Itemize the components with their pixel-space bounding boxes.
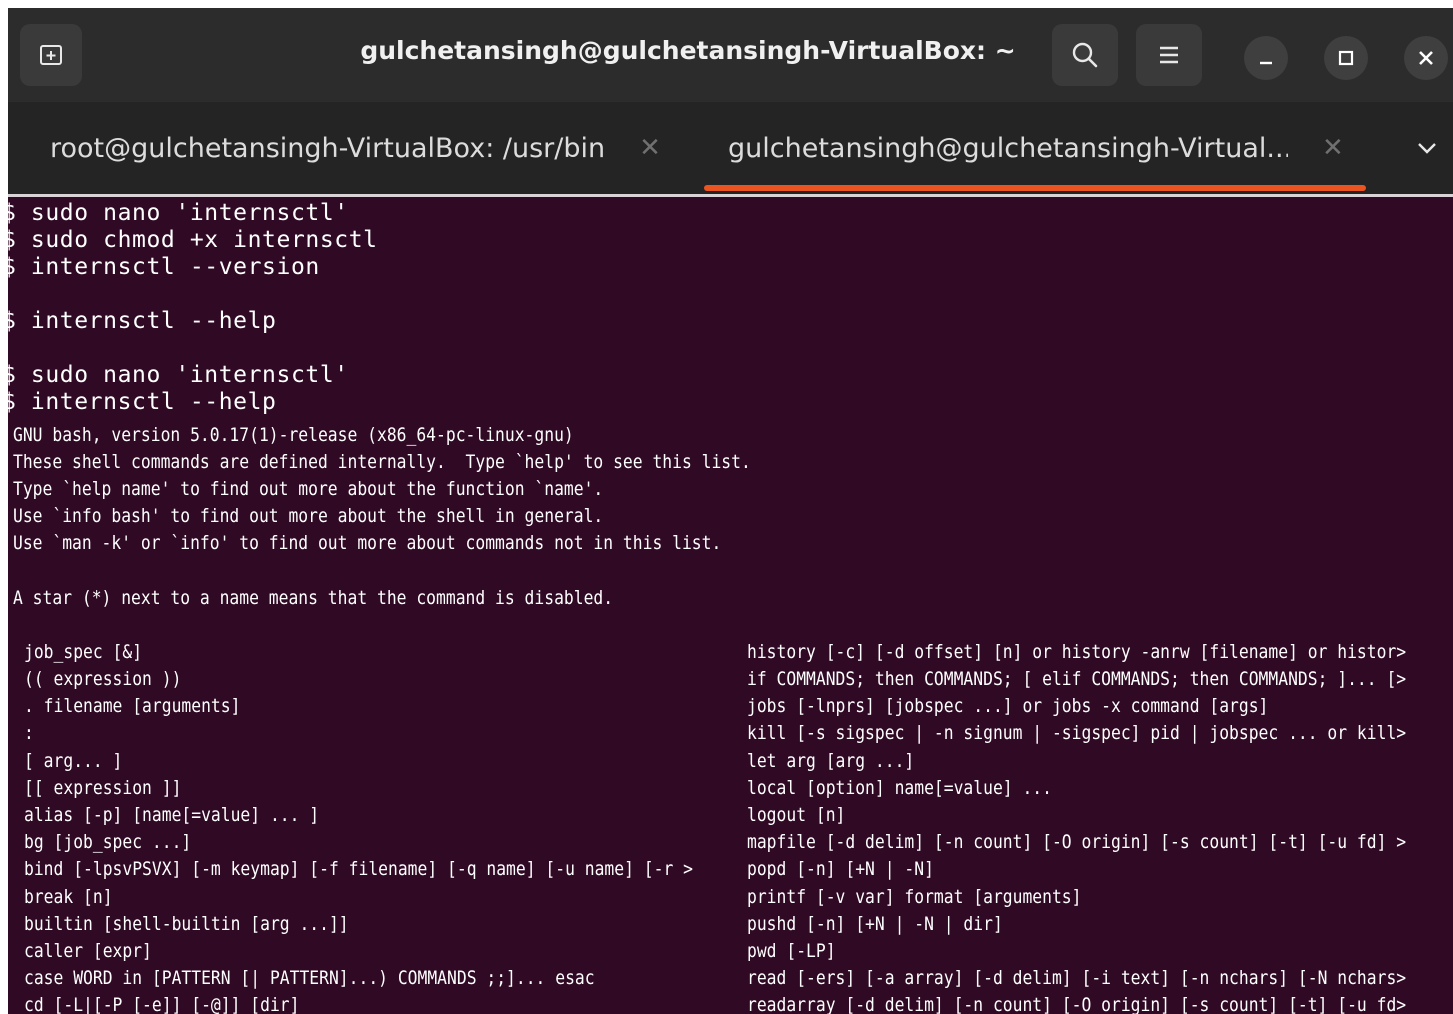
new-tab-button[interactable]	[20, 24, 82, 86]
builtin-left: :	[24, 722, 34, 744]
builtin-left: [[ expression ]]	[24, 777, 182, 799]
builtin-right: history [-c] [-d offset] [n] or history …	[747, 641, 1407, 663]
command-line: $ sudo nano 'internsctl'	[8, 362, 349, 388]
builtin-right: pwd [-LP]	[747, 940, 836, 962]
builtin-left: alias [-p] [name[=value] ... ]	[24, 804, 320, 826]
builtin-left: bind [-lpsvPSVX] [-m keymap] [-f filenam…	[24, 858, 693, 880]
terminal-window: gulchetansingh@gulchetansingh-VirtualBox…	[8, 8, 1453, 1014]
builtin-right: pushd [-n] [+N | -N | dir]	[747, 913, 1003, 935]
output-line: GNU bash, version 5.0.17(1)-release (x86…	[13, 424, 574, 446]
search-icon	[1072, 42, 1098, 68]
builtin-right: let arg [arg ...]	[747, 750, 915, 772]
builtin-left: job_spec [&]	[24, 641, 143, 663]
builtin-left: builtin [shell-builtin [arg ...]]	[24, 913, 349, 935]
builtin-right: readarray [-d delim] [-n count] [-O orig…	[747, 994, 1407, 1014]
tab-separator	[8, 194, 1453, 197]
builtin-left: case WORD in [PATTERN [| PATTERN]...) CO…	[24, 967, 595, 989]
builtin-right: if COMMANDS; then COMMANDS; [ elif COMMA…	[747, 668, 1407, 690]
builtin-left: (( expression ))	[24, 668, 182, 690]
output-line: A star (*) next to a name means that the…	[13, 587, 614, 609]
maximize-icon	[1338, 50, 1354, 66]
builtin-right: logout [n]	[747, 804, 846, 826]
chevron-down-icon	[1418, 143, 1436, 154]
builtin-left: break [n]	[24, 886, 113, 908]
hamburger-menu-icon	[1160, 46, 1178, 64]
output-line: Type `help name' to find out more about …	[13, 478, 604, 500]
command-line: $ sudo chmod +x internsctl	[8, 227, 378, 253]
output-line: Use `info bash' to find out more about t…	[13, 505, 604, 527]
builtin-left: . filename [arguments]	[24, 695, 241, 717]
output-line: Use `man -k' or `info' to find out more …	[13, 532, 722, 554]
maximize-button[interactable]	[1324, 36, 1368, 80]
command-line: $ sudo nano 'internsctl'	[8, 200, 349, 226]
menu-button[interactable]	[1136, 24, 1202, 86]
builtin-left: bg [job_spec ...]	[24, 831, 192, 853]
new-tab-icon	[40, 45, 62, 65]
builtin-left: [ arg... ]	[24, 750, 123, 772]
tab-bar: root@gulchetansingh-VirtualBox: /usr/bin…	[8, 102, 1453, 194]
builtin-right: read [-ers] [-a array] [-d delim] [-i te…	[747, 967, 1407, 989]
terminal-output[interactable]: $ sudo nano 'internsctl' $ sudo chmod +x…	[8, 198, 1453, 1014]
command-line: $ internsctl --help	[8, 308, 277, 334]
command-line: $ internsctl --version	[8, 254, 320, 280]
tab-close-icon[interactable]: ✕	[639, 133, 661, 163]
close-icon	[1419, 51, 1433, 65]
window-title: gulchetansingh@gulchetansingh-VirtualBox…	[360, 36, 1016, 65]
builtin-right: jobs [-lnprs] [jobspec ...] or jobs -x c…	[747, 695, 1269, 717]
tab-label: root@gulchetansingh-VirtualBox: /usr/bin	[50, 132, 606, 164]
minimize-icon	[1260, 61, 1272, 65]
close-button[interactable]	[1404, 36, 1448, 80]
tab-label: gulchetansingh@gulchetansingh-Virtual...	[728, 132, 1288, 164]
header-bar: gulchetansingh@gulchetansingh-VirtualBox…	[8, 8, 1453, 102]
builtin-right: kill [-s sigspec | -n signum | -sigspec]…	[747, 722, 1407, 744]
command-line: $ internsctl --help	[8, 389, 277, 415]
builtin-right: printf [-v var] format [arguments]	[747, 886, 1082, 908]
search-button[interactable]	[1052, 24, 1118, 86]
builtin-right: mapfile [-d delim] [-n count] [-O origin…	[747, 831, 1407, 853]
output-line: These shell commands are defined interna…	[13, 451, 751, 473]
tab-root-usr-bin[interactable]: root@gulchetansingh-VirtualBox: /usr/bin…	[50, 102, 690, 194]
minimize-button[interactable]	[1244, 36, 1288, 80]
tab-home-active[interactable]: gulchetansingh@gulchetansingh-Virtual...…	[728, 102, 1368, 194]
builtin-left: caller [expr]	[24, 940, 152, 962]
tabs-dropdown-button[interactable]	[1409, 130, 1445, 166]
builtin-right: popd [-n] [+N | -N]	[747, 858, 934, 880]
active-tab-indicator	[704, 185, 1366, 191]
tab-close-icon[interactable]: ✕	[1322, 133, 1344, 163]
builtin-left: cd [-L|[-P [-e]] [-@]] [dir]	[24, 994, 300, 1014]
builtin-right: local [option] name[=value] ...	[747, 777, 1052, 799]
